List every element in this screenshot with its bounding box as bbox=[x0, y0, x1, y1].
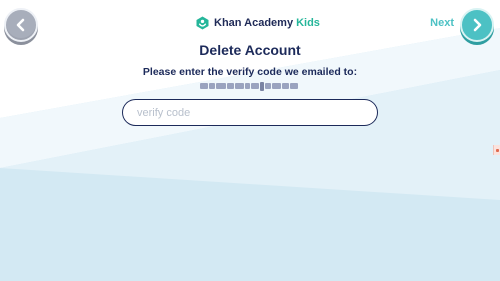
app-logo: Khan Academy Kids bbox=[196, 14, 320, 32]
feedback-icon bbox=[495, 148, 499, 152]
khan-academy-hexagon-icon bbox=[196, 16, 209, 30]
back-button[interactable] bbox=[4, 8, 38, 42]
verify-code-input[interactable] bbox=[122, 99, 378, 126]
logo-brand-text: Khan Academy Kids bbox=[214, 17, 320, 29]
logo-product-text: Kids bbox=[296, 17, 320, 29]
side-feedback-tab[interactable] bbox=[493, 145, 500, 155]
page-title: Delete Account bbox=[199, 42, 301, 58]
next-label[interactable]: Next bbox=[430, 17, 454, 29]
chevron-right-icon bbox=[473, 18, 482, 32]
chevron-left-icon bbox=[16, 18, 25, 32]
verify-instruction: Please enter the verify code we emailed … bbox=[142, 66, 358, 78]
redacted-email bbox=[200, 81, 298, 91]
next-button[interactable] bbox=[460, 8, 494, 42]
